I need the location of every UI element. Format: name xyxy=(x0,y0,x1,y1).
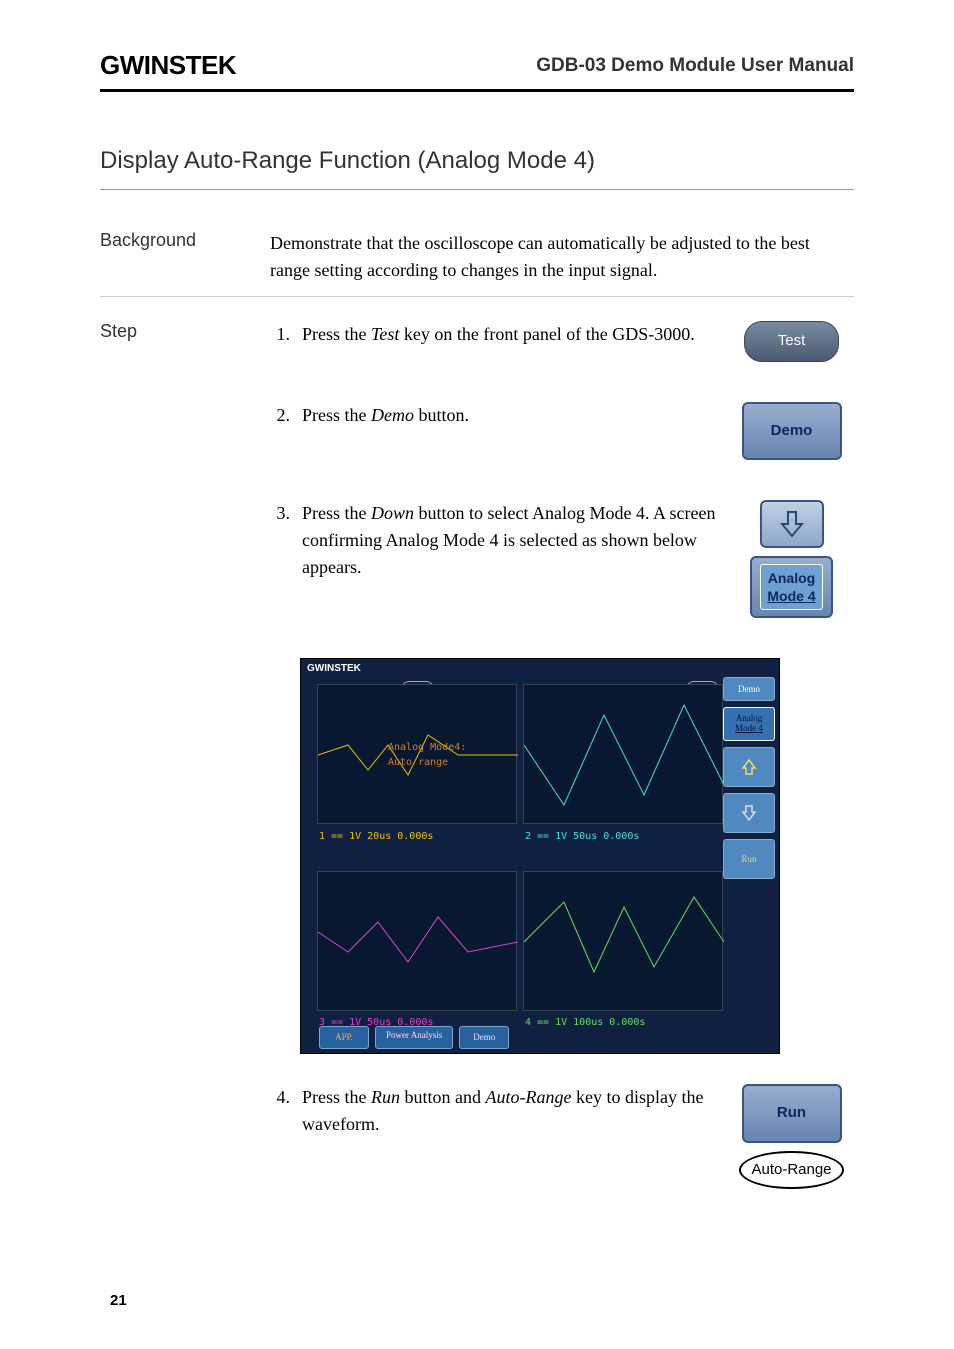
mode-label: Analog Mode4:Auto range xyxy=(388,740,466,770)
step-text: Press the Down button to select Analog M… xyxy=(302,500,729,581)
scope-btm-demo: Demo xyxy=(459,1026,509,1050)
down-button-graphic xyxy=(760,500,824,548)
down-arrow-icon xyxy=(780,510,804,538)
steps-content: 1. Press the Test key on the front panel… xyxy=(270,321,854,1229)
scope-quadrant-1: Analog Mode4:Auto range xyxy=(317,684,517,824)
step-number: 1. xyxy=(270,321,290,348)
scope-side-mode: Analog Mode 4 xyxy=(723,707,775,741)
scope-quadrant-4 xyxy=(523,871,723,1011)
down-arrow-icon xyxy=(741,804,757,822)
steps-label: Step xyxy=(100,321,250,1229)
step-text: Press the Test key on the front panel of… xyxy=(302,321,729,348)
scope-screenshot: GWINSTEK Trig? Trig? Analog Mode4:Auto r… xyxy=(300,658,780,1054)
scope-side-up xyxy=(723,747,775,787)
scope-quadrant-3 xyxy=(317,871,517,1011)
scope-side-down xyxy=(723,793,775,833)
q1-info: 1 == 1V 20us 0.000s xyxy=(319,829,433,844)
doc-title: GDB-03 Demo Module User Manual xyxy=(536,55,854,77)
background-row: Background Demonstrate that the oscillos… xyxy=(100,230,854,297)
steps-row: Step 1. Press the Test key on the front … xyxy=(100,321,854,1229)
scope-quadrant-2 xyxy=(523,684,723,824)
step-1: 1. Press the Test key on the front panel… xyxy=(270,321,854,362)
analog-mode-button-graphic: Analog Mode 4 xyxy=(750,556,832,618)
demo-button-graphic: Demo xyxy=(742,402,842,461)
run-button-graphic: Run xyxy=(742,1084,842,1143)
background-label: Background xyxy=(100,230,250,284)
step-number: 3. xyxy=(270,500,290,581)
mode-label: Analog Mode 4 xyxy=(760,564,822,610)
step-number: 2. xyxy=(270,402,290,429)
page-header: GWINSTEK GDB-03 Demo Module User Manual xyxy=(100,50,854,92)
step-4: 4. Press the Run button and Auto-Range k… xyxy=(270,1084,854,1189)
scope-side-run: Run xyxy=(723,839,775,879)
step-text: Press the Run button and Auto-Range key … xyxy=(302,1084,729,1138)
test-key-graphic: Test xyxy=(744,321,839,362)
up-arrow-icon xyxy=(741,758,757,776)
step-2: 2. Press the Demo button. Demo xyxy=(270,402,854,461)
q4-info: 4 == 1V 100us 0.000s xyxy=(525,1015,645,1030)
step-number: 4. xyxy=(270,1084,290,1138)
auto-range-key-graphic: Auto-Range xyxy=(739,1151,843,1190)
background-text: Demonstrate that the oscilloscope can au… xyxy=(270,230,854,284)
scope-side-demo: Demo xyxy=(723,677,775,701)
step-3: 3. Press the Down button to select Analo… xyxy=(270,500,854,618)
section-title: Display Auto-Range Function (Analog Mode… xyxy=(100,147,854,190)
brand-logo: GWINSTEK xyxy=(100,50,236,81)
page-number: 21 xyxy=(110,1292,127,1309)
q2-info: 2 == 1V 50us 0.000s xyxy=(525,829,639,844)
step-text: Press the Demo button. xyxy=(302,402,729,429)
scope-btm-power: Power Analysis xyxy=(375,1026,453,1050)
scope-btm-app: APP. xyxy=(319,1026,369,1050)
scope-logo: GWINSTEK xyxy=(307,661,361,676)
